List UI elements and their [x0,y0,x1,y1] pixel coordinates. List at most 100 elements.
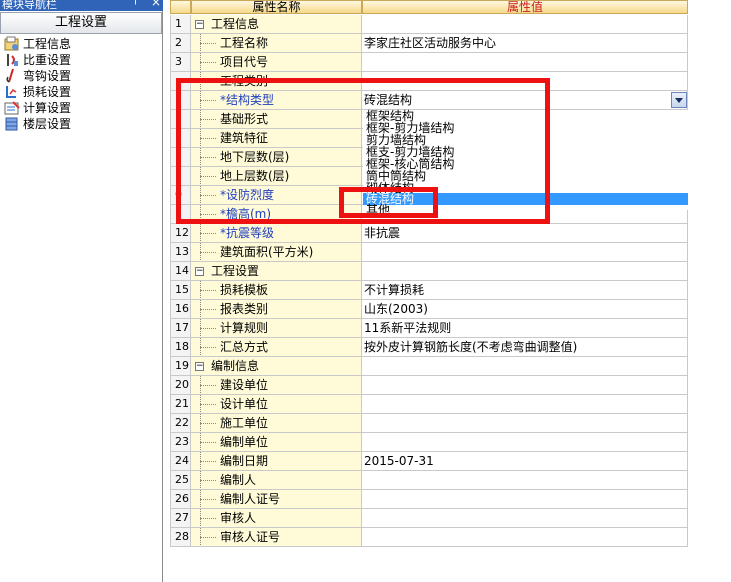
collapse-icon[interactable]: − [195,267,204,276]
tree-branch [200,385,216,386]
weight-settings-icon [4,52,20,68]
property-name-cell: 建设单位 [191,376,362,395]
property-name-cell: 审核人证号 [191,528,362,547]
property-value-cell[interactable] [362,395,688,414]
category-cell[interactable]: − 编制信息 [191,357,362,376]
row-number: 12 [170,224,191,243]
property-value-cell[interactable]: 按外皮计算钢筋长度(不考虑弯曲调整值) [362,338,688,357]
close-icon[interactable]: × [151,0,161,9]
property-name: 项目代号 [220,55,269,69]
navigator-title: 模块导航栏 [2,0,57,11]
property-name-cell: 编制人证号 [191,490,362,509]
property-value-cell[interactable] [362,433,688,452]
nav-item-hook-settings[interactable]: 弯钩设置 [4,68,71,84]
highlight-box-selection [339,187,438,218]
navigator-header-project-settings[interactable]: 工程设置 [0,12,162,34]
property-name-cell: 报表类别 [191,300,362,319]
property-value-cell[interactable]: 李家庄社区活动服务中心 [362,34,688,53]
row-number-header [170,0,191,14]
nav-item-calc-settings[interactable]: 计算设置 [4,100,71,116]
property-name: 设计单位 [220,397,269,411]
nav-item-label: 楼层设置 [23,117,72,131]
nav-item-loss-settings[interactable]: 损耗设置 [4,84,71,100]
row-number: 21 [170,395,191,414]
row-number: 14 [170,262,191,281]
property-value-cell[interactable] [362,490,688,509]
property-value-cell[interactable]: 山东(2003) [362,300,688,319]
collapse-icon[interactable]: − [195,20,204,29]
row-number: 3 [170,53,191,72]
property-name: 编制单位 [220,435,269,449]
tree-branch [200,404,216,405]
structure-type-dropdown-button[interactable] [671,92,687,108]
row-number: 16 [170,300,191,319]
tree-branch [200,252,216,253]
hook-settings-icon [4,68,20,84]
row-number: 20 [170,376,191,395]
property-name-cell: 编制人 [191,471,362,490]
floor-settings-icon [4,116,20,132]
row-number: 17 [170,319,191,338]
property-name: 施工单位 [220,416,269,430]
property-value-cell[interactable]: 11系新平法规则 [362,319,688,338]
property-value-cell[interactable] [362,15,688,34]
property-value-cell[interactable] [362,414,688,433]
property-value-cell[interactable] [362,243,688,262]
property-value-cell[interactable]: 非抗震 [362,224,688,243]
row-number: 26 [170,490,191,509]
property-value-cell[interactable]: 2015-07-31 [362,452,688,471]
header-property-value: 属性值 [362,0,688,14]
property-name: 审核人 [220,511,257,525]
property-name: 编制人 [220,473,257,487]
property-name: 工程名称 [220,36,269,50]
tree-branch [200,233,216,234]
property-name: 建设单位 [220,378,269,392]
property-name: *抗震等级 [220,226,275,240]
loss-settings-icon [4,84,20,100]
property-name-cell: 编制单位 [191,433,362,452]
row-number: 22 [170,414,191,433]
collapse-icon[interactable]: − [195,362,204,371]
property-value-cell[interactable] [362,262,688,281]
row-number: 24 [170,452,191,471]
tree-branch [200,461,216,462]
row-number: 27 [170,509,191,528]
tree-branch [200,43,216,44]
property-value-cell[interactable] [362,357,688,376]
tree-branch [200,328,216,329]
module-navigator: 模块导航栏 † × 工程设置 工程信息 比重设置 弯钩设置 损耗设置 计算设置 … [0,0,163,582]
property-name: 编制日期 [220,454,269,468]
nav-item-label: 计算设置 [23,101,72,115]
property-name-cell: 建筑面积(平方米) [191,243,362,262]
property-value-cell[interactable]: 不计算损耗 [362,281,688,300]
property-name-cell: 施工单位 [191,414,362,433]
nav-item-floor-settings[interactable]: 楼层设置 [4,116,71,132]
tree-branch [200,290,216,291]
property-value-cell[interactable] [362,528,688,547]
property-value-cell[interactable] [362,376,688,395]
property-value-cell[interactable] [362,471,688,490]
project-info-icon [4,36,20,52]
nav-item-label: 比重设置 [23,53,72,67]
navigator-titlebar: 模块导航栏 † × [0,0,163,11]
tree-branch [200,347,216,348]
row-number: 1 [170,15,191,34]
category-cell[interactable]: − 工程设置 [191,262,362,281]
nav-item-label: 工程信息 [23,37,72,51]
pin-icon[interactable]: † [133,0,138,7]
nav-item-weight-settings[interactable]: 比重设置 [4,52,71,68]
tree-branch [200,499,216,500]
property-value-cell[interactable] [362,53,688,72]
property-value-cell[interactable] [362,509,688,528]
category-label: 工程设置 [211,264,260,278]
header-property-name: 属性名称 [191,0,362,14]
row-number: 18 [170,338,191,357]
category-cell[interactable]: − 工程信息 [191,15,362,34]
tree-branch [200,423,216,424]
row-number: 13 [170,243,191,262]
property-name-cell: 设计单位 [191,395,362,414]
property-name: 损耗模板 [220,283,269,297]
property-name-cell: 审核人 [191,509,362,528]
nav-item-project-info[interactable]: 工程信息 [4,36,71,52]
nav-item-label: 损耗设置 [23,85,72,99]
